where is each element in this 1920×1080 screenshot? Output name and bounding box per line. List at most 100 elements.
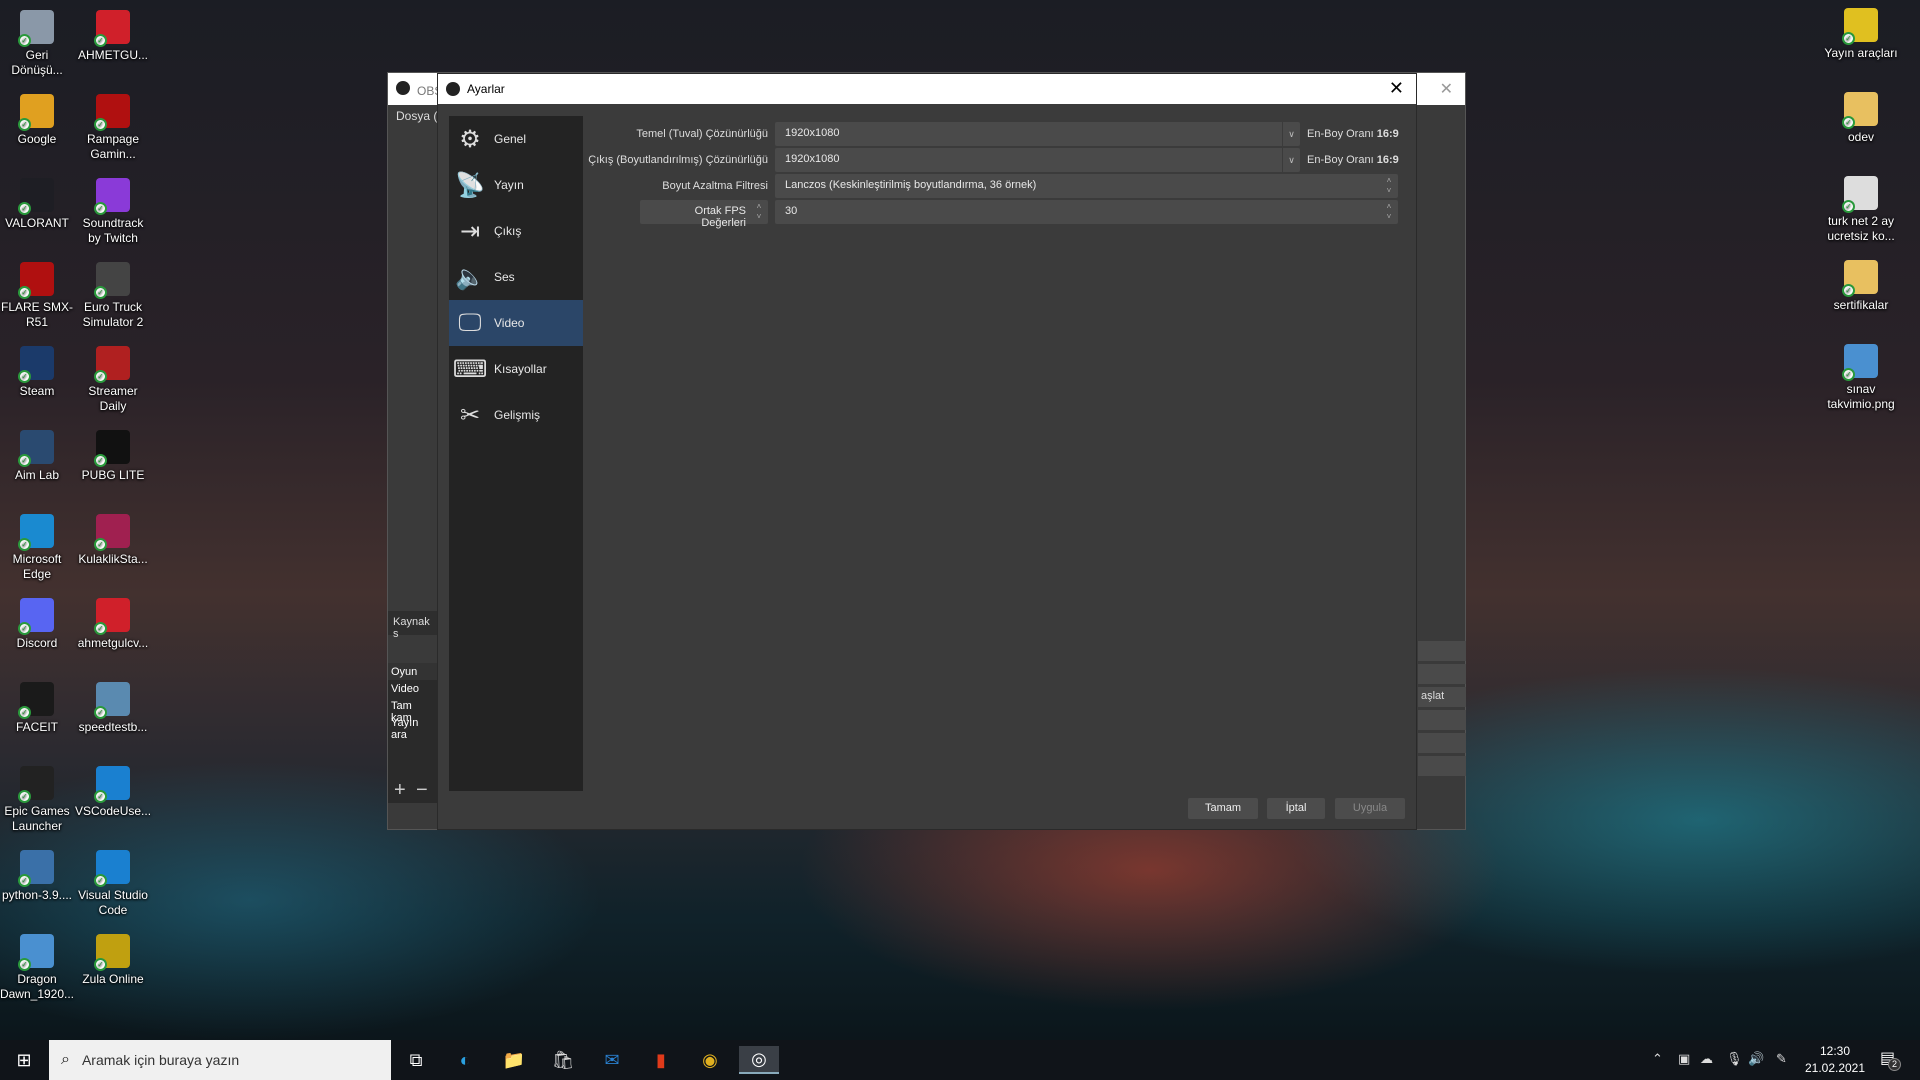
camera-icon[interactable]: ▣ (1678, 1051, 1690, 1067)
desktop-icon-label: Rampage Gamin... (86, 132, 140, 161)
sync-check-icon: ✓ (18, 286, 31, 299)
add-scene-button[interactable]: + (394, 779, 406, 802)
downscale-filter-select[interactable]: Lanczos (Keskinleştirilmiş boyutlandırma… (775, 174, 1398, 198)
microphone-icon[interactable]: 🎙 (1726, 1051, 1743, 1067)
sidebar-item-gelişmiş[interactable]: ✂ Gelişmiş (449, 392, 583, 438)
sidebar-item-video[interactable]: 🖵 Video (449, 300, 583, 346)
sidebar-item-label: Gelişmiş (494, 408, 541, 422)
desktop-icon[interactable]: ✓ Discord (0, 598, 75, 651)
desktop-icon[interactable]: ✓ speedtestb... (75, 682, 151, 735)
vscode-icon: ✓ (94, 766, 130, 803)
desktop-icon[interactable]: ✓ AHMETGU... (75, 10, 151, 63)
volume-icon[interactable]: 🔊 (1748, 1051, 1764, 1067)
remove-scene-button[interactable]: − (416, 779, 428, 802)
sync-check-icon: ✓ (94, 202, 107, 215)
desktop-icon[interactable]: ✓ Epic Games Launcher (0, 766, 75, 834)
winrar-icon: ✓ (94, 514, 130, 551)
desktop-icon[interactable]: ✓ sertifikalar (1823, 260, 1899, 313)
notifications-icon[interactable]: ▤ 2 (1880, 1048, 1901, 1071)
ok-button[interactable]: Tamam (1188, 798, 1258, 819)
desktop-icon[interactable]: ✓ Visual Studio Code (75, 850, 151, 918)
base-resolution-combo[interactable]: 1920x1080 ∨ (775, 122, 1300, 146)
desktop-icon[interactable]: ✓ VSCodeUse... (75, 766, 151, 819)
desktop-icon[interactable]: ✓ Rampage Gamin... (75, 94, 151, 162)
desktop-icon[interactable]: ✓ Google (0, 94, 75, 147)
settings-sidebar: ⚙ Genel 📡 Yayın ⇥ Çıkış 🔈 Ses 🖵 Video ⌨ Kısayollar ✂… (449, 116, 583, 791)
file-explorer-icon[interactable]: 📁 (494, 1046, 534, 1074)
sidebar-item-yayın[interactable]: 📡 Yayın (449, 162, 583, 208)
desktop-icon[interactable]: ✓ Streamer Daily (75, 346, 151, 414)
scene-item[interactable]: Video (388, 680, 438, 697)
valorant-icon: ✓ (18, 178, 54, 215)
obs-close-icon[interactable]: ✕ (1440, 79, 1453, 99)
desktop-icon[interactable]: ✓ sınav takvimio.png (1823, 344, 1899, 412)
sidebar-item-ses[interactable]: 🔈 Ses (449, 254, 583, 300)
edge-icon[interactable]: ◐ (445, 1046, 485, 1074)
desktop-icon[interactable]: ✓ Steam (0, 346, 75, 399)
controls-btn[interactable] (1418, 756, 1466, 776)
desktop-icon[interactable]: ✓ Dragon Dawn_1920... (0, 934, 75, 1002)
start-button[interactable]: aşlat (1418, 687, 1466, 707)
controls-btn[interactable] (1418, 733, 1466, 753)
obs-icon[interactable]: ◎ (739, 1046, 779, 1074)
chevron-up-icon[interactable]: ⌃ (1652, 1051, 1663, 1067)
desktop-icon[interactable]: ✓ Yayın araçları (1823, 8, 1899, 61)
windows-start-icon[interactable]: ⊞ (4, 1046, 44, 1074)
desktop-icon[interactable]: ✓ FACEIT (0, 682, 75, 735)
sources-panel-label: Kaynak s (388, 611, 438, 640)
sync-check-icon: ✓ (18, 538, 31, 551)
desktop-icon[interactable]: ✓ VALORANT (0, 178, 75, 231)
sidebar-item-kısayollar[interactable]: ⌨ Kısayollar (449, 346, 583, 392)
clock[interactable]: 12:30 21.02.2021 (1800, 1043, 1870, 1077)
task-view-icon[interactable]: ⧉ (396, 1046, 436, 1074)
desktop-icon[interactable]: ✓ Euro Truck Simulator 2 (75, 262, 151, 330)
desktop-icon[interactable]: ✓ KulaklikSta... (75, 514, 151, 567)
controls-btn[interactable] (1418, 710, 1466, 730)
desktop-icon-label: FACEIT (15, 720, 58, 734)
fps-type-select[interactable]: Ortak FPS Değerleri ˄ ˅ (640, 200, 768, 229)
desktop-icon-label: ahmetgulcv... (77, 636, 149, 650)
tools-icon: ✂ (459, 401, 481, 429)
desktop-icon[interactable]: ✓ python-3.9.... (0, 850, 75, 903)
sidebar-item-çıkış[interactable]: ⇥ Çıkış (449, 208, 583, 254)
sync-check-icon: ✓ (18, 34, 31, 47)
chevron-down-icon: ∨ (1282, 122, 1300, 146)
desktop-icon[interactable]: ✓ Geri Dönüşü... (0, 10, 75, 78)
chrome-icon[interactable]: ◉ (690, 1046, 730, 1074)
desktop-icon[interactable]: ✓ ahmetgulcv... (75, 598, 151, 651)
desktop-icon[interactable]: ✓ Aim Lab (0, 430, 75, 483)
scene-item[interactable]: Tam kam (388, 697, 438, 724)
controls-btn[interactable] (1418, 641, 1466, 661)
desktop-icon[interactable]: ✓ Zula Online (75, 934, 151, 987)
desktop-icon[interactable]: ✓ Microsoft Edge (0, 514, 75, 582)
output-resolution-combo[interactable]: 1920x1080 ∨ (775, 148, 1300, 172)
scene-item[interactable]: Yayın ara (388, 714, 438, 741)
search-box[interactable]: ⌕ Aramak için buraya yazın (49, 1040, 391, 1080)
desktop-icon-label: Yayın araçları (1824, 46, 1898, 60)
settings-dialog: Ayarlar ✕ ⚙ Genel 📡 Yayın ⇥ Çıkış 🔈 Ses 🖵 Video ⌨ K… (437, 73, 1417, 830)
desktop-icon-label: Epic Games Launcher (4, 804, 70, 833)
desktop-icon-label: turk net 2 ay ucretsiz ko... (1827, 214, 1895, 243)
desktop-icon-label: Zula Online (82, 972, 144, 986)
close-icon[interactable]: ✕ (1389, 78, 1404, 99)
mail-icon[interactable]: ✉ (592, 1046, 632, 1074)
pen-icon[interactable]: ✎ (1776, 1051, 1787, 1067)
sidebar-item-label: Kısayollar (494, 362, 547, 376)
downscale-filter-value: Lanczos (Keskinleştirilmiş boyutlandırma… (785, 179, 1037, 191)
onedrive-cloud-icon[interactable]: ☁ (1700, 1051, 1713, 1067)
sync-check-icon: ✓ (94, 118, 107, 131)
desktop-icon[interactable]: ✓ Soundtrack by Twitch (75, 178, 151, 246)
desktop-icon[interactable]: ✓ PUBG LITE (75, 430, 151, 483)
cancel-button[interactable]: İptal (1267, 798, 1325, 819)
desktop-icon[interactable]: ✓ FLARE SMX-R51 (0, 262, 75, 330)
desktop-icon[interactable]: ✓ odev (1823, 92, 1899, 145)
desktop-icon[interactable]: ✓ turk net 2 ay ucretsiz ko... (1823, 176, 1899, 244)
controls-btn[interactable] (1418, 664, 1466, 684)
fps-value-select[interactable]: 30 ˄ ˅ (775, 200, 1398, 224)
scene-item[interactable]: Oyun (388, 663, 438, 680)
apply-button[interactable]: Uygula (1335, 798, 1405, 819)
office-icon[interactable]: ▮ (641, 1046, 681, 1074)
sync-check-icon: ✓ (18, 958, 31, 971)
time: 12:30 (1819, 1044, 1851, 1058)
store-icon[interactable]: 🛍 (543, 1046, 583, 1074)
